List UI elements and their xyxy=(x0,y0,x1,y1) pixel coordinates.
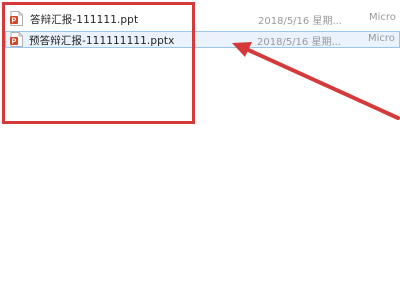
explorer-window: P 答辩汇报-111111.ppt 2018/5/16 星期... Micro … xyxy=(0,0,400,300)
red-highlight-box xyxy=(2,2,195,124)
file-type: Micro xyxy=(369,12,396,23)
file-date: 2018/5/16 星期... xyxy=(257,37,341,48)
file-date: 2018/5/16 星期... xyxy=(258,16,342,27)
file-type: Micro xyxy=(368,33,395,44)
empty-area xyxy=(0,200,400,300)
